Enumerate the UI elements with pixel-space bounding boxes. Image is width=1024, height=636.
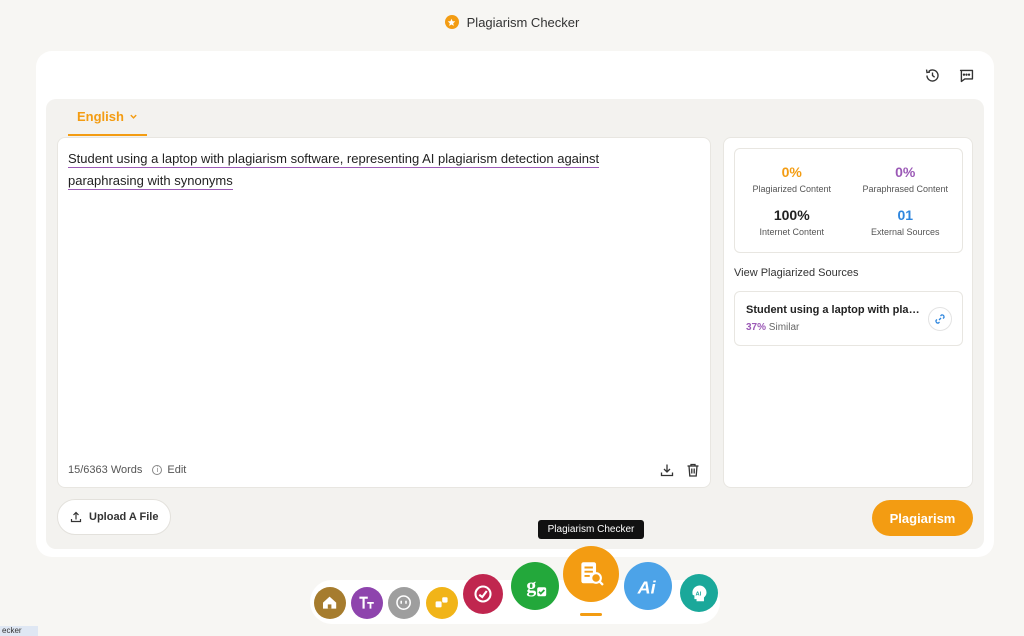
app-header: Plagiarism Checker	[0, 13, 1024, 31]
puzzle-icon[interactable]	[426, 587, 458, 619]
ai-head-icon[interactable]: AI	[680, 574, 718, 612]
text-icon[interactable]	[351, 587, 383, 619]
upload-icon	[70, 511, 82, 523]
similarity-label: Similar	[768, 322, 800, 333]
ai-icon[interactable]: Ai	[624, 562, 672, 610]
upload-label: Upload A File	[89, 511, 159, 523]
grammar-hands-icon[interactable]	[463, 574, 503, 614]
stat-value: 01	[897, 207, 914, 224]
info-icon: i	[152, 465, 163, 475]
text-editor[interactable]: Student using a laptop with plagiarism s…	[57, 137, 711, 488]
header-actions	[922, 65, 976, 85]
stat-value: 0%	[895, 163, 916, 180]
edit-label: Edit	[167, 464, 187, 476]
results-panel: 0% Plagiarized Content 0% Paraphrased Co…	[723, 137, 973, 488]
stat-label: Plagiarized Content	[752, 183, 832, 194]
quote-icon[interactable]	[388, 587, 420, 619]
app-title: Plagiarism Checker	[466, 14, 580, 30]
source-name: Student using a laptop with plagiarism s…	[746, 304, 921, 316]
stat-value: 0%	[781, 163, 802, 180]
history-icon[interactable]	[922, 65, 942, 85]
checker-panel: English Student using a laptop with plag…	[46, 99, 984, 549]
editor-text: Student using a laptop with plagiarism s…	[68, 151, 600, 190]
sources-title: View Plagiarized Sources	[734, 267, 859, 279]
feedback-chat-icon[interactable]	[956, 65, 976, 85]
svg-text:Ai: Ai	[636, 577, 656, 597]
download-icon[interactable]	[660, 463, 674, 477]
stat-external-sources: 01 External Sources	[849, 201, 963, 245]
active-indicator	[580, 613, 602, 616]
chevron-down-icon	[130, 114, 137, 119]
corner-tab[interactable]: ecker	[0, 626, 38, 636]
main-card: English Student using a laptop with plag…	[36, 51, 994, 557]
stat-label: Internet Content	[759, 227, 825, 238]
edit-link[interactable]: i Edit	[152, 464, 186, 476]
similarity-percent: 37%	[746, 322, 767, 333]
stats-grid: 0% Plagiarized Content 0% Paraphrased Co…	[734, 148, 963, 253]
stat-label: External Sources	[870, 227, 940, 238]
grammar-check-icon[interactable]: g	[511, 562, 559, 610]
stat-label: Paraphrased Content	[862, 183, 949, 194]
stat-paraphrased: 0% Paraphrased Content	[849, 157, 963, 201]
language-label: English	[77, 109, 124, 124]
editor-actions	[660, 463, 700, 477]
plagiarism-icon[interactable]	[563, 546, 619, 602]
star-badge-icon	[444, 15, 459, 29]
word-count: 15/6363 Words	[68, 464, 143, 476]
language-selector[interactable]: English	[68, 99, 147, 136]
stat-value: 100%	[773, 207, 810, 224]
stat-internet: 100% Internet Content	[735, 201, 849, 245]
editor-content[interactable]: Student using a laptop with plagiarism s…	[68, 148, 668, 192]
plagiarism-check-button[interactable]: Plagiarism	[872, 500, 973, 536]
editor-footer: 15/6363 Words i Edit	[68, 464, 186, 476]
link-icon[interactable]	[928, 307, 952, 331]
stat-plagiarized: 0% Plagiarized Content	[735, 157, 849, 201]
source-similarity: 37% Similar	[746, 322, 799, 333]
svg-text:AI: AI	[695, 591, 701, 597]
dock-tooltip: Plagiarism Checker	[538, 520, 644, 539]
source-card[interactable]: Student using a laptop with plagiarism s…	[734, 291, 963, 346]
upload-file-button[interactable]: Upload A File	[57, 499, 172, 535]
home-icon[interactable]	[314, 587, 346, 619]
svg-text:g: g	[526, 574, 536, 596]
trash-icon[interactable]	[686, 463, 700, 477]
